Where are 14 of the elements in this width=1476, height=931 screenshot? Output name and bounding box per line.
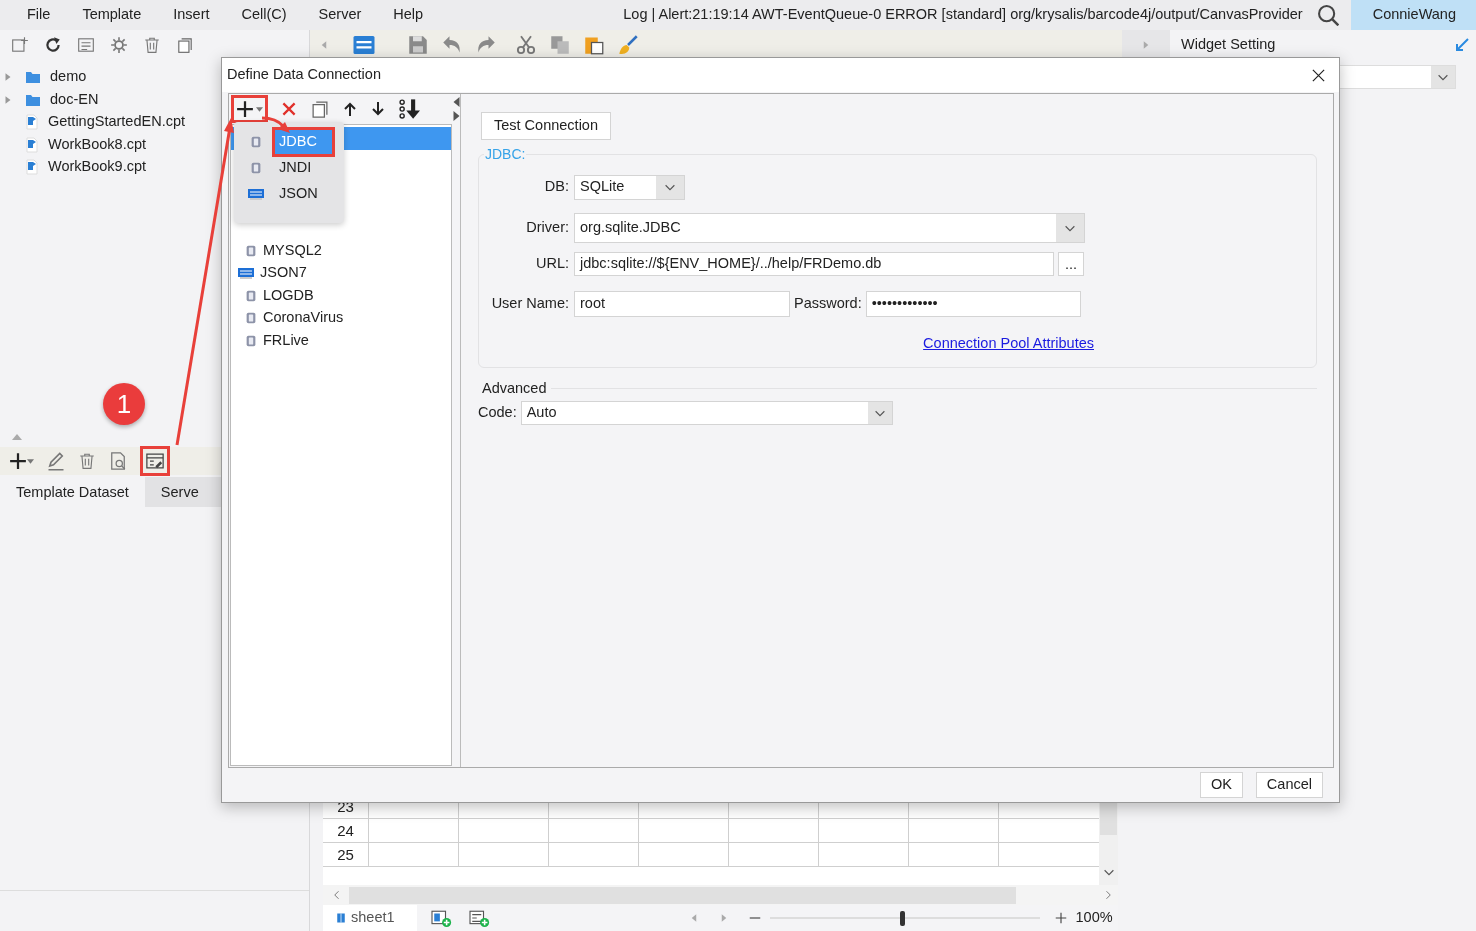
row-number: 25 [336,845,355,865]
field-label: User Name: [491,294,569,311]
dialog-title: Define Data Connection [227,65,381,85]
panel-title: Widget Setting [1181,35,1276,55]
field-label: DB: [544,178,569,195]
field-label: Code: [478,403,518,423]
field-label: Driver: [526,218,569,235]
step-badge: 1 [103,383,145,425]
field-label: Password: [793,293,863,313]
zoom-level: 100% [1075,908,1113,928]
field-label: URL: [535,254,569,271]
log-message: Log | Alert:21:19:14 AWT-EventQueue-0 ERROR [standard] org/krysalis/barcode4j/output/CanvasProvider [623,5,1303,25]
section-title: Advanced [481,378,547,398]
row-number: 24 [336,821,355,841]
